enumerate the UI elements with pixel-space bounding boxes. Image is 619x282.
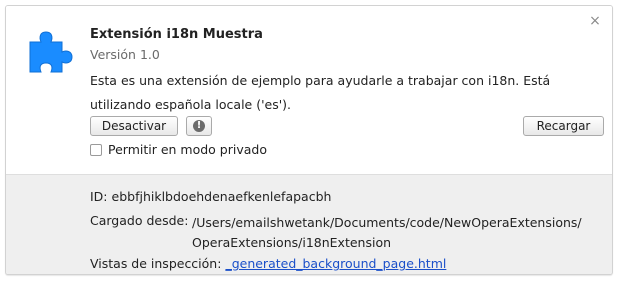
inspect-views-label: Vistas de inspección:: [90, 256, 222, 271]
puzzle-piece-icon: [29, 31, 73, 73]
reload-button[interactable]: Recargar: [523, 116, 604, 136]
info-icon: !: [193, 119, 205, 132]
loaded-from-path: /Users/emailshwetank/Documents/code/NewO…: [192, 213, 582, 253]
path-line-1: /Users/emailshwetank/Documents/code/NewO…: [192, 215, 582, 230]
extension-version: Versión 1.0: [90, 47, 160, 62]
id-value: ebbfjhiklbdoehdenaefkenlefapacbh: [111, 189, 332, 204]
info-button[interactable]: !: [186, 116, 212, 136]
extension-summary: × Extensión i18n Muestra Versión 1.0 Est…: [6, 6, 612, 174]
extension-id-row: ID: ebbfjhiklbdoehdenaefkenlefapacbh: [90, 189, 331, 204]
path-line-2: OperaExtensions/i18nExtension: [192, 235, 392, 250]
background-page-link[interactable]: _generated_background_page.html: [225, 256, 446, 271]
private-mode-checkbox[interactable]: [90, 144, 102, 156]
close-icon[interactable]: ×: [588, 14, 602, 28]
private-mode-label: Permitir en modo privado: [108, 142, 267, 157]
inspect-views-row: Vistas de inspección: _generated_backgro…: [90, 256, 446, 271]
extension-name: Extensión i18n Muestra: [90, 27, 263, 42]
extension-description: Esta es una extensión de ejemplo para ay…: [90, 73, 551, 112]
loaded-from-label: Cargado desde:: [90, 213, 189, 228]
disable-button[interactable]: Desactivar: [90, 116, 178, 136]
extension-card: × Extensión i18n Muestra Versión 1.0 Est…: [5, 5, 613, 275]
extension-details: ID: ebbfjhiklbdoehdenaefkenlefapacbh Car…: [6, 174, 612, 274]
id-label: ID:: [90, 189, 108, 204]
